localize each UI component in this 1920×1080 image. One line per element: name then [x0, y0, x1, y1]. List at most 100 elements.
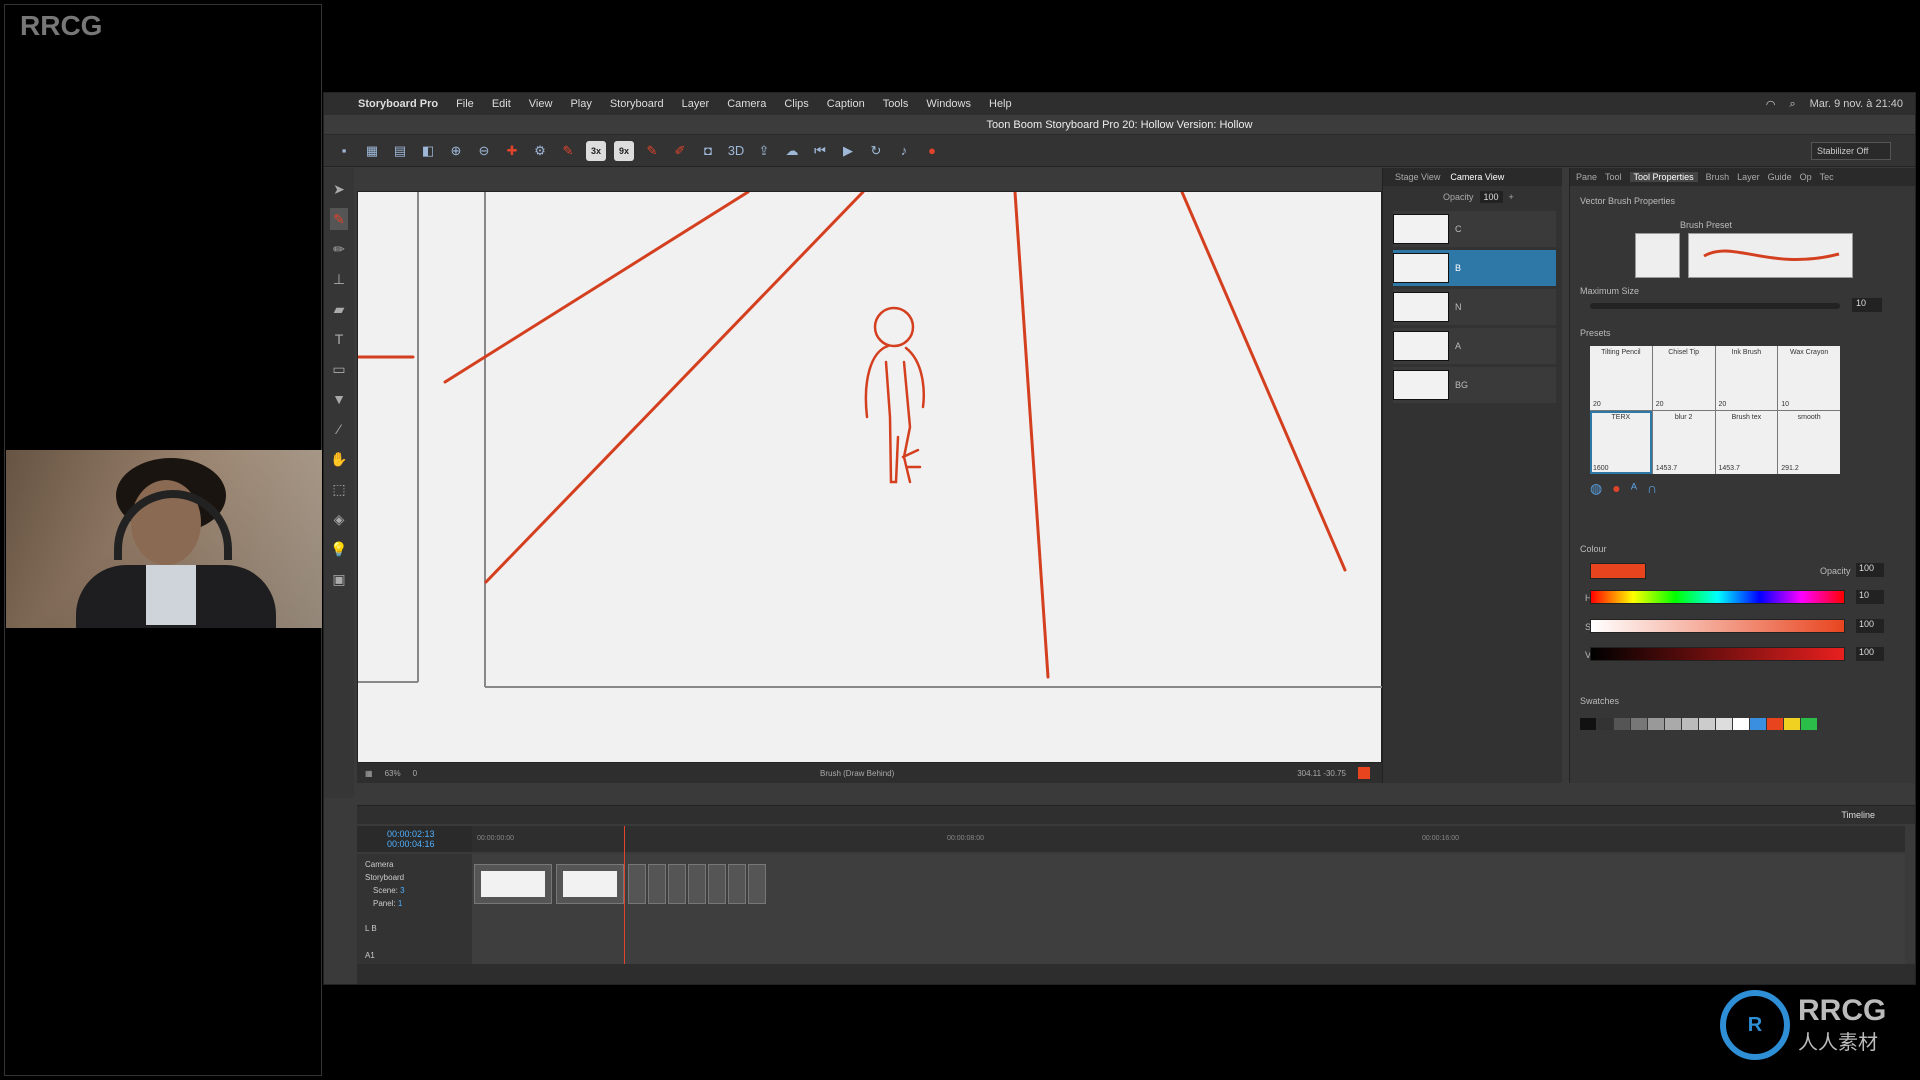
tab-guide[interactable]: Guide: [1768, 172, 1792, 182]
hue-input[interactable]: 10: [1856, 590, 1884, 604]
menu-storyboard[interactable]: Storyboard: [610, 98, 664, 110]
marker-icon[interactable]: ✎: [642, 141, 662, 161]
menu-file[interactable]: File: [456, 98, 474, 110]
menu-view[interactable]: View: [529, 98, 553, 110]
preset-cell[interactable]: TERX 1600: [1590, 410, 1652, 474]
zoom-9x-button[interactable]: 9x: [614, 140, 634, 161]
swatch[interactable]: [1750, 718, 1766, 730]
preset-cell[interactable]: Chisel Tip 20: [1652, 346, 1715, 410]
menu-windows[interactable]: Windows: [926, 98, 971, 110]
rectangle-tool-icon[interactable]: ▭: [330, 358, 348, 380]
preset-cell[interactable]: Wax Crayon 10: [1778, 346, 1840, 410]
time-current[interactable]: 00:00:02:13: [387, 829, 472, 839]
saturation-slider[interactable]: [1590, 619, 1845, 633]
panel-thumbnail[interactable]: [474, 864, 552, 904]
max-size-slider[interactable]: [1590, 303, 1840, 309]
pencil-tool-icon[interactable]: ✏: [330, 238, 348, 260]
swatch[interactable]: [1597, 718, 1613, 730]
text-tool-icon[interactable]: T: [330, 328, 348, 350]
eraser-tool-icon[interactable]: ▰: [330, 298, 348, 320]
menu-clips[interactable]: Clips: [784, 98, 808, 110]
value-slider[interactable]: [1590, 647, 1845, 661]
tab-layer[interactable]: Layer: [1737, 172, 1760, 182]
play-icon[interactable]: ▶: [838, 141, 858, 161]
camera-tool-icon[interactable]: ◈: [330, 508, 348, 530]
tracks-area[interactable]: [472, 826, 1905, 966]
tab-tool-properties[interactable]: Tool Properties: [1629, 172, 1698, 182]
swatch[interactable]: [1716, 718, 1732, 730]
stabilizer-dropdown[interactable]: Stabilizer Off: [1811, 141, 1891, 160]
camera-icon[interactable]: ◘: [698, 141, 718, 161]
gear-icon[interactable]: ⚙: [530, 141, 550, 161]
menu-icon[interactable]: ▪: [334, 141, 354, 161]
preset-cell[interactable]: Tilting Pencil 20: [1590, 346, 1652, 410]
stamp-tool-icon[interactable]: ⊥: [330, 268, 348, 290]
panel-thumbnail[interactable]: [708, 864, 726, 904]
hue-slider[interactable]: [1590, 590, 1845, 604]
swatch[interactable]: [1801, 718, 1817, 730]
paint-tool-icon[interactable]: ▼: [330, 388, 348, 410]
dropper-tool-icon[interactable]: ⁄: [330, 418, 348, 440]
menu-app[interactable]: Storyboard Pro: [358, 98, 438, 110]
loop-icon[interactable]: ↻: [866, 141, 886, 161]
layer-row[interactable]: BG: [1393, 367, 1556, 403]
swatch[interactable]: [1682, 718, 1698, 730]
panel-thumbnail[interactable]: [648, 864, 666, 904]
tab-brush[interactable]: Brush: [1706, 172, 1730, 182]
record-icon[interactable]: ●: [922, 141, 942, 161]
lb-track-label[interactable]: L B: [365, 922, 464, 935]
menubar-datetime[interactable]: Mar. 9 nov. à 21:40: [1810, 98, 1903, 111]
preset-cell[interactable]: Ink Brush 20: [1715, 346, 1778, 410]
menu-edit[interactable]: Edit: [492, 98, 511, 110]
hand-tool-icon[interactable]: ✋: [330, 448, 348, 470]
tab-camera-view[interactable]: Camera View: [1450, 172, 1504, 182]
preset-cell[interactable]: blur 2 1453.7: [1652, 410, 1715, 474]
pencil-icon[interactable]: ✎: [558, 141, 578, 161]
add-layer-icon[interactable]: +: [1509, 192, 1514, 202]
current-colour-swatch[interactable]: [1590, 563, 1646, 579]
swatch[interactable]: [1784, 718, 1800, 730]
menu-play[interactable]: Play: [570, 98, 591, 110]
transform-tool-icon[interactable]: ⬚: [330, 478, 348, 500]
swatch[interactable]: [1648, 718, 1664, 730]
brush-icon[interactable]: ✐: [670, 141, 690, 161]
panel-thumbnail[interactable]: [688, 864, 706, 904]
search-icon[interactable]: ⌕: [1789, 98, 1795, 111]
lightbulb-icon[interactable]: 💡: [330, 538, 348, 560]
zoom-in-icon[interactable]: ⊕: [446, 141, 466, 161]
menu-layer[interactable]: Layer: [682, 98, 710, 110]
color-brush-icon[interactable]: ●: [1612, 480, 1620, 497]
swatch[interactable]: [1614, 718, 1630, 730]
layer-row[interactable]: C: [1393, 211, 1556, 247]
layer-row[interactable]: B: [1393, 250, 1556, 286]
preset-cell[interactable]: smooth 291.2: [1778, 410, 1840, 474]
playhead[interactable]: [624, 826, 625, 966]
volume-icon[interactable]: ♪: [894, 141, 914, 161]
tab-op[interactable]: Op: [1800, 172, 1812, 182]
tab-stage-view[interactable]: Stage View: [1395, 172, 1440, 182]
panel-thumbnail[interactable]: [748, 864, 766, 904]
scene-value[interactable]: 3: [400, 886, 404, 895]
tab-tec[interactable]: Tec: [1820, 172, 1834, 182]
swatch[interactable]: [1665, 718, 1681, 730]
scene-icon[interactable]: ▣: [330, 568, 348, 590]
value-input[interactable]: 100: [1856, 647, 1884, 661]
panel-thumbnail[interactable]: [628, 864, 646, 904]
storyboard-track-label[interactable]: Storyboard: [365, 871, 464, 884]
zoom-out-icon[interactable]: ⊖: [474, 141, 494, 161]
panel-value[interactable]: 1: [398, 899, 402, 908]
menu-camera[interactable]: Camera: [727, 98, 766, 110]
swatch[interactable]: [1767, 718, 1783, 730]
camera-track-label[interactable]: Camera: [365, 858, 464, 871]
menu-tools[interactable]: Tools: [883, 98, 909, 110]
layer-row[interactable]: N: [1393, 289, 1556, 325]
layout-icon[interactable]: ◧: [418, 141, 438, 161]
stage-grid-icon[interactable]: ▦: [365, 769, 373, 778]
tab-pane[interactable]: Pane: [1576, 172, 1597, 182]
swatch[interactable]: [1699, 718, 1715, 730]
current-color-chip[interactable]: [1358, 767, 1370, 779]
magnet-icon[interactable]: ∩: [1647, 480, 1657, 497]
colour-opacity-input[interactable]: 100: [1856, 563, 1884, 577]
wifi-icon[interactable]: ◠: [1766, 98, 1776, 111]
select-tool-icon[interactable]: ➤: [330, 178, 348, 200]
